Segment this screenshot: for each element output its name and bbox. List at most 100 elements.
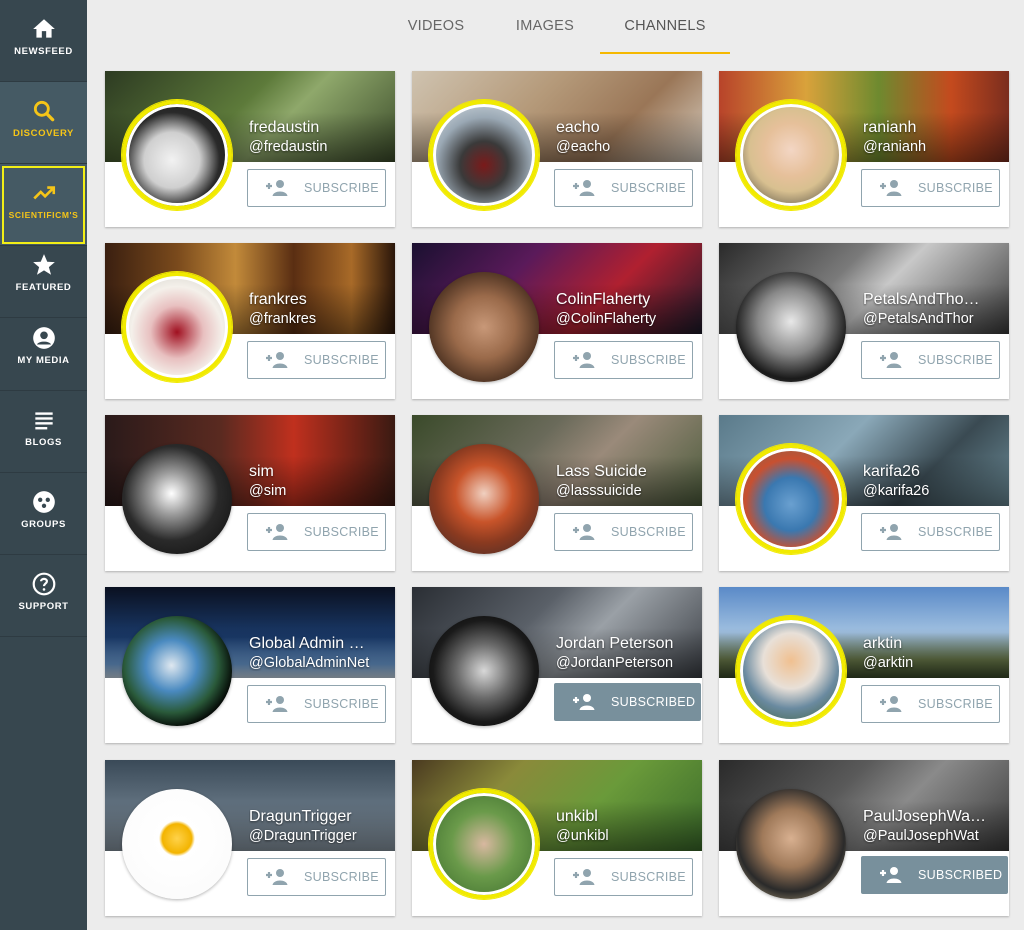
subscribe-button[interactable]: SUBSCRIBE [247, 685, 386, 723]
channel-avatar[interactable] [736, 616, 846, 726]
channel-handle[interactable]: @frankres [249, 311, 391, 327]
channel-avatar[interactable] [122, 272, 232, 382]
channel-name[interactable]: frankres [249, 291, 391, 309]
channel-name[interactable]: Global Admin … [249, 635, 391, 653]
channel-avatar[interactable] [736, 444, 846, 554]
subscribe-label: SUBSCRIBE [918, 181, 993, 195]
channel-handle[interactable]: @GlobalAdminNet [249, 655, 391, 671]
channel-name[interactable]: sim [249, 463, 391, 481]
channel-card[interactable]: karifa26 @karifa26 SUBSCRIBE [719, 415, 1009, 571]
channel-handle[interactable]: @ColinFlaherty [556, 311, 698, 327]
sidebar-item-scientificms[interactable]: SCIENTIFICM'S [0, 164, 87, 246]
channel-handle[interactable]: @unkibl [556, 828, 698, 844]
channel-handle[interactable]: @JordanPeterson [556, 655, 698, 671]
channel-card[interactable]: frankres @frankres SUBSCRIBE [105, 243, 395, 399]
channel-card[interactable]: Global Admin … @GlobalAdminNet SUBSCRIBE [105, 587, 395, 743]
lines-icon [34, 412, 53, 430]
subscribe-button[interactable]: SUBSCRIBE [861, 685, 1000, 723]
sidebar-item-blogs[interactable]: BLOGS [0, 391, 87, 473]
subscribe-button[interactable]: SUBSCRIBE [247, 341, 386, 379]
channel-name[interactable]: ranianh [863, 119, 1005, 137]
channel-handle[interactable]: @karifa26 [863, 483, 1005, 499]
channel-avatar[interactable] [122, 100, 232, 210]
channel-card[interactable]: Jordan Peterson @JordanPeterson SUBSCRIBED [412, 587, 702, 743]
channel-avatar[interactable] [736, 789, 846, 899]
channel-handle[interactable]: @lasssuicide [556, 483, 698, 499]
channel-handle[interactable]: @DragunTrigger [249, 828, 391, 844]
channel-handle[interactable]: @PaulJosephWat [863, 828, 1005, 844]
channel-avatar[interactable] [429, 616, 539, 726]
channel-card[interactable]: ColinFlaherty @ColinFlaherty SUBSCRIBE [412, 243, 702, 399]
tab-videos[interactable]: VIDEOS [389, 0, 483, 54]
channel-avatar[interactable] [736, 272, 846, 382]
channel-avatar[interactable] [736, 100, 846, 210]
tab-images[interactable]: IMAGES [499, 0, 591, 54]
channel-card[interactable]: Lass Suicide @lasssuicide SUBSCRIBE [412, 415, 702, 571]
channel-name[interactable]: DragunTrigger [249, 808, 391, 826]
channel-handle[interactable]: @PetalsAndThor [863, 311, 1005, 327]
channel-avatar[interactable] [122, 444, 232, 554]
subscribe-button[interactable]: SUBSCRIBE [554, 858, 693, 896]
tab-channels[interactable]: CHANNELS [600, 0, 730, 54]
sidebar-item-newsfeed[interactable]: NEWSFEED [0, 0, 87, 82]
channel-name[interactable]: fredaustin [249, 119, 391, 137]
channel-avatar[interactable] [122, 616, 232, 726]
add-person-icon [573, 524, 595, 540]
channel-name[interactable]: eacho [556, 119, 698, 137]
channel-name[interactable]: arktin [863, 635, 1005, 653]
add-person-icon [880, 867, 902, 883]
channel-name[interactable]: Jordan Peterson [556, 635, 698, 653]
sidebar-item-my-media[interactable]: MY MEDIA [0, 309, 87, 391]
subscribe-label: SUBSCRIBE [918, 353, 993, 367]
subscribe-button[interactable]: SUBSCRIBE [861, 169, 1000, 207]
star-icon [32, 254, 55, 275]
subscribe-button[interactable]: SUBSCRIBE [247, 513, 386, 551]
channel-card[interactable]: PaulJosephWa… @PaulJosephWat SUBSCRIBED [719, 760, 1009, 916]
subscribed-button[interactable]: SUBSCRIBED [861, 856, 1008, 894]
subscribe-label: SUBSCRIBE [304, 353, 379, 367]
trending-icon [32, 186, 55, 200]
channel-name[interactable]: PaulJosephWa… [863, 808, 1005, 826]
add-person-icon [266, 696, 288, 712]
channel-handle[interactable]: @arktin [863, 655, 1005, 671]
channel-handle[interactable]: @sim [249, 483, 391, 499]
channel-avatar[interactable] [429, 789, 539, 899]
channel-name[interactable]: PetalsAndTho… [863, 291, 1005, 309]
channel-name[interactable]: unkibl [556, 808, 698, 826]
channel-avatar[interactable] [429, 100, 539, 210]
channel-name[interactable]: Lass Suicide [556, 463, 698, 481]
subscribe-button[interactable]: SUBSCRIBE [554, 169, 693, 207]
channel-avatar[interactable] [429, 272, 539, 382]
channel-card[interactable]: sim @sim SUBSCRIBE [105, 415, 395, 571]
subscribed-button[interactable]: SUBSCRIBED [554, 683, 701, 721]
subscribe-button[interactable]: SUBSCRIBE [861, 341, 1000, 379]
channel-handle[interactable]: @fredaustin [249, 139, 391, 155]
subscribe-button[interactable]: SUBSCRIBE [554, 341, 693, 379]
sidebar-item-label: GROUPS [21, 519, 66, 530]
channel-card[interactable]: PetalsAndTho… @PetalsAndThor SUBSCRIBE [719, 243, 1009, 399]
channel-handle[interactable]: @ranianh [863, 139, 1005, 155]
channel-avatar[interactable] [122, 789, 232, 899]
sidebar-item-support[interactable]: SUPPORT [0, 555, 87, 637]
sidebar-item-label: BLOGS [25, 437, 62, 448]
channel-handle[interactable]: @eacho [556, 139, 698, 155]
subscribe-button[interactable]: SUBSCRIBE [247, 169, 386, 207]
add-person-icon [880, 696, 902, 712]
sidebar-item-label: NEWSFEED [14, 46, 73, 57]
channel-card[interactable]: DragunTrigger @DragunTrigger SUBSCRIBE [105, 760, 395, 916]
channel-avatar[interactable] [429, 444, 539, 554]
subscribe-button[interactable]: SUBSCRIBE [861, 513, 1000, 551]
channel-name[interactable]: ColinFlaherty [556, 291, 698, 309]
channel-card[interactable]: eacho @eacho SUBSCRIBE [412, 71, 702, 227]
channel-card[interactable]: ranianh @ranianh SUBSCRIBE [719, 71, 1009, 227]
subscribe-button[interactable]: SUBSCRIBE [554, 513, 693, 551]
sidebar-item-groups[interactable]: GROUPS [0, 473, 87, 555]
sidebar-item-discovery[interactable]: DISCOVERY [0, 82, 87, 164]
subscribe-button[interactable]: SUBSCRIBE [247, 858, 386, 896]
sidebar-item-featured[interactable]: FEATURED [0, 236, 87, 318]
channel-card[interactable]: unkibl @unkibl SUBSCRIBE [412, 760, 702, 916]
add-person-icon [266, 524, 288, 540]
channel-card[interactable]: fredaustin @fredaustin SUBSCRIBE [105, 71, 395, 227]
channel-name[interactable]: karifa26 [863, 463, 1005, 481]
channel-card[interactable]: arktin @arktin SUBSCRIBE [719, 587, 1009, 743]
